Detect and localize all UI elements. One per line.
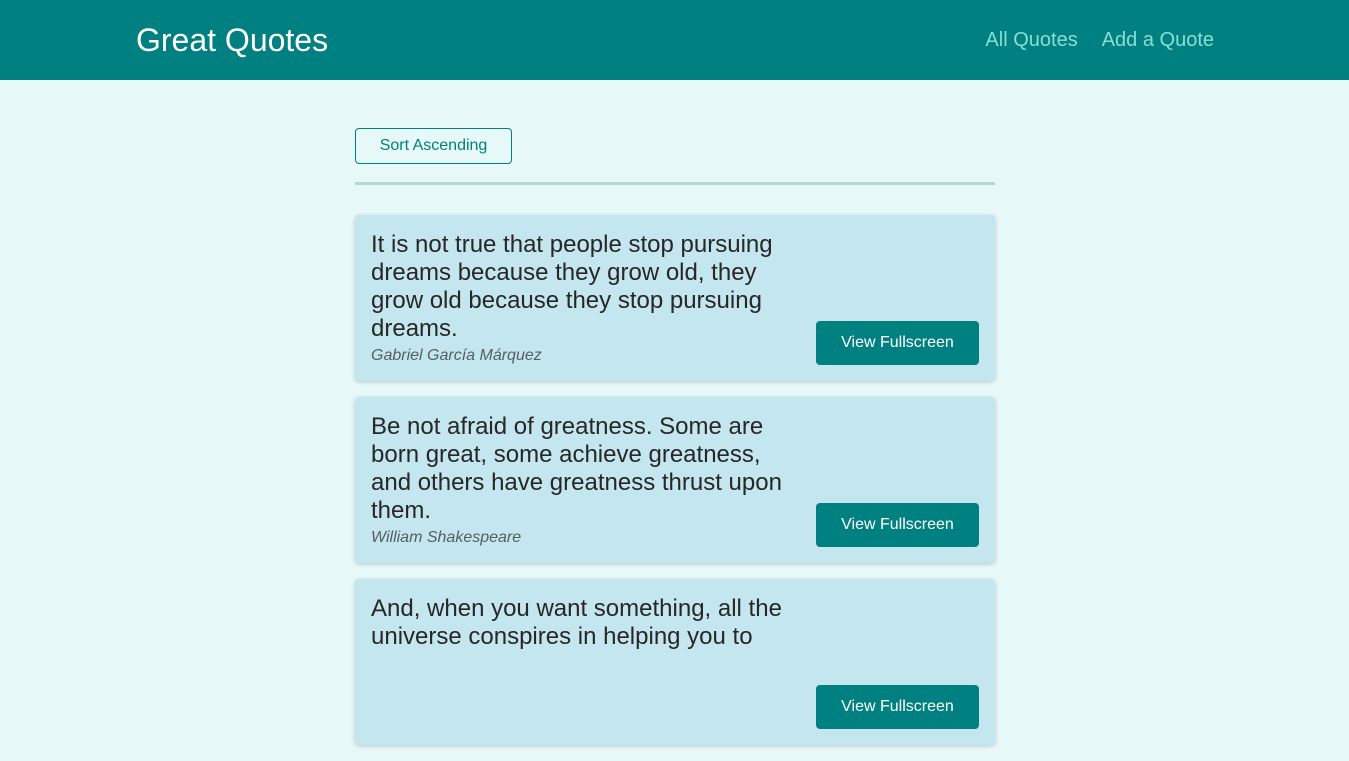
quote-item: And, when you want something, all the un…	[355, 579, 995, 745]
quote-item: Be not afraid of greatness. Some are bor…	[355, 397, 995, 563]
main-content: Sort Ascending It is not true that peopl…	[355, 128, 995, 761]
sort-button[interactable]: Sort Ascending	[355, 128, 512, 164]
nav-add-quote-link[interactable]: Add a Quote	[1102, 27, 1214, 53]
app-logo[interactable]: Great Quotes	[136, 20, 328, 60]
quote-text: And, when you want something, all the un…	[371, 595, 782, 650]
view-fullscreen-button[interactable]: View Fullscreen	[816, 503, 979, 547]
app-header: Great Quotes All Quotes Add a Quote	[0, 0, 1349, 80]
view-fullscreen-button[interactable]: View Fullscreen	[816, 321, 979, 365]
sorting-bar: Sort Ascending	[355, 128, 995, 185]
quote-item: It is not true that people stop pursuing…	[355, 215, 995, 381]
quote-text: Be not afraid of greatness. Some are bor…	[371, 413, 782, 524]
quote-author: William Shakespeare	[371, 529, 522, 546]
quote-author: Gabriel García Márquez	[371, 347, 542, 364]
quote-text: It is not true that people stop pursuing…	[371, 231, 773, 342]
main-nav: All Quotes Add a Quote	[985, 27, 1214, 53]
nav-all-quotes-link[interactable]: All Quotes	[985, 27, 1077, 53]
view-fullscreen-button[interactable]: View Fullscreen	[816, 685, 979, 729]
quote-list: It is not true that people stop pursuing…	[355, 215, 995, 745]
